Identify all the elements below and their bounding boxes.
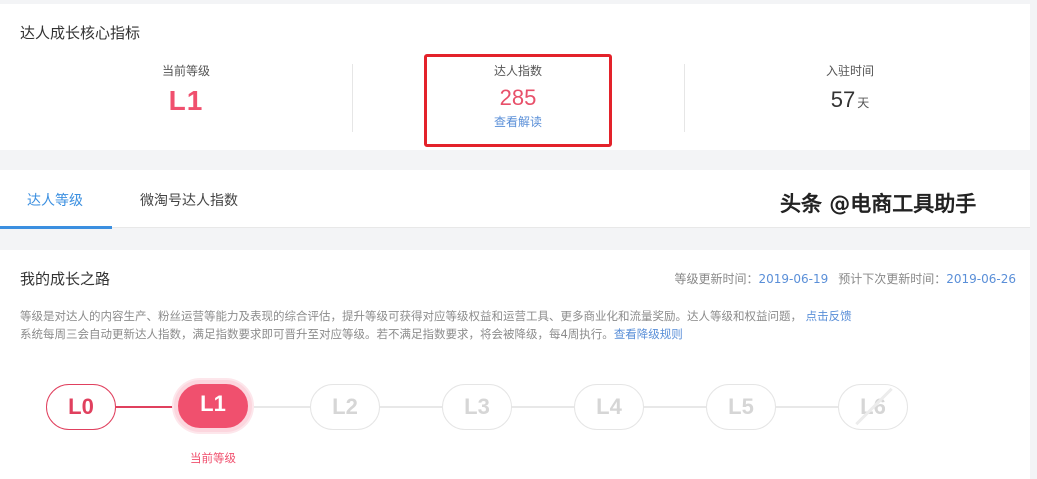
core-metrics-panel: 达人成长核心指标 当前等级 L1 达人指数 285 查看解读 入驻时间 57 天 — [0, 4, 1030, 150]
level-node-l3[interactable]: L3 — [442, 384, 512, 430]
level-node-l5[interactable]: L5 — [706, 384, 776, 430]
core-metrics-title: 达人成长核心指标 — [20, 24, 141, 42]
next-update-label: 预计下次更新时间： — [838, 272, 947, 286]
desc-line-1: 等级是对达人的内容生产、粉丝运营等能力及表现的综合评估，提升等级可获得对应等级权… — [20, 309, 802, 323]
growth-path-title: 我的成长之路 — [20, 270, 111, 288]
current-level-label: 当前等级 — [161, 64, 210, 78]
growth-path-panel: 我的成长之路 等级更新时间：2019-06-19 预计下次更新时间：2019-06… — [0, 250, 1030, 479]
update-time-label: 等级更新时间： — [674, 272, 759, 286]
join-time-label: 入驻时间 — [825, 64, 874, 78]
current-level-value: L1 — [168, 85, 204, 116]
join-time-metric: 入驻时间 57 天 — [684, 62, 1016, 113]
level-description: 等级是对达人的内容生产、粉丝运营等能力及表现的综合评估，提升等级可获得对应等级权… — [20, 307, 852, 343]
next-update-date: 2019-06-26 — [946, 272, 1016, 286]
level-node-l6[interactable]: L6 — [838, 384, 908, 430]
current-level-caption: 当前等级 — [190, 451, 236, 465]
level-node-l2[interactable]: L2 — [310, 384, 380, 430]
join-days-unit: 天 — [857, 96, 870, 110]
watermark: 头条 @电商工具助手 — [780, 192, 977, 216]
update-time-date: 2019-06-19 — [758, 272, 829, 286]
level-track-progress — [114, 406, 182, 408]
level-node-l0[interactable]: L0 — [46, 384, 116, 430]
join-time-value: 57 天 — [684, 87, 1016, 113]
active-tab-indicator — [0, 226, 112, 229]
tab-talent-level[interactable]: 达人等级 — [27, 190, 83, 210]
join-days-number: 57 — [830, 87, 856, 112]
level-node-l4[interactable]: L4 — [574, 384, 644, 430]
level-node-l1[interactable]: L1 — [174, 380, 252, 432]
desc-line-2: 系统每周三会自动更新达人指数，满足指数要求即可晋升至对应等级。若不满足指数要求，… — [20, 327, 614, 341]
current-level-metric: 当前等级 L1 — [20, 62, 352, 117]
tab-weitao-index[interactable]: 微淘号达人指数 — [140, 190, 238, 210]
highlight-annotation-box — [424, 54, 612, 147]
feedback-link[interactable]: 点击反馈 — [806, 309, 852, 323]
update-info: 等级更新时间：2019-06-19 预计下次更新时间：2019-06-26 — [674, 270, 1016, 287]
downgrade-rules-link[interactable]: 查看降级规则 — [614, 327, 683, 341]
